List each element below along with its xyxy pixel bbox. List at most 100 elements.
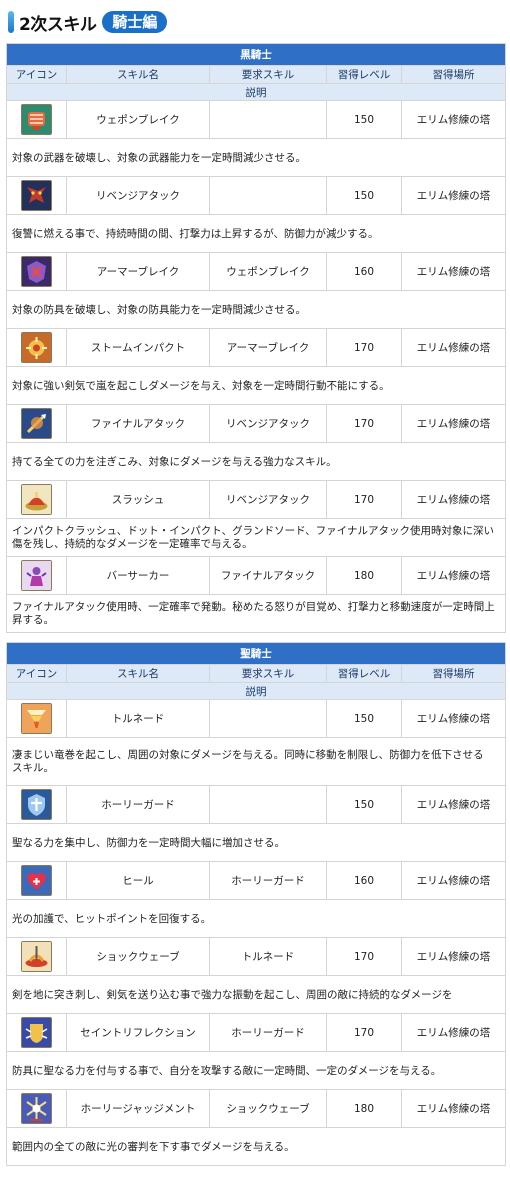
skill-icon-cell [6,699,67,738]
heading-bar-decoration [8,11,14,33]
skill-description-row: 対象の武器を破壊し、対象の武器能力を一定時間減少させる。 [6,138,506,177]
required-skill: リベンジアタック [209,480,327,519]
skill-description-row: 光の加護で、ヒットポイントを回復する。 [6,899,506,938]
required-skill: トルネード [209,937,327,976]
skill-description: 復讐に燃える事で、持続時間の間、打撃力は上昇するが、防御力が減少する。 [6,214,506,253]
learning-place: エリム修練の塔 [401,785,506,824]
learning-place: エリム修練の塔 [401,556,506,595]
skill-description-row: 剣を地に突き刺し、剣気を送り込む事で強力な振動を起こし、周囲の敵に持続的なダメー… [6,975,506,1014]
skill-description: 防具に聖なる力を付与する事で、自分を攻撃する敵に一定時間、一定のダメージを与える… [6,1051,506,1090]
column-header: 要求スキル [209,664,327,683]
skill-name: ヒール [66,861,210,900]
learning-place: エリム修練の塔 [401,1089,506,1128]
skill-description: 凄まじい竜巻を起こし、周囲の対象にダメージを与える。同時に移動を制限し、防御力を… [6,737,506,786]
required-level: 160 [326,861,402,900]
required-level: 170 [326,480,402,519]
skill-icon-cell [6,785,67,824]
page-heading: 2次スキル 騎士編 [8,9,168,35]
section-title-row: 聖騎士 [6,642,506,665]
skill-row: リベンジアタック 150 エリム修練の塔 [6,176,506,215]
skill-icon-cell [6,480,67,519]
skill-icon-cell [6,861,67,900]
skill-name: ホーリージャッジメント [66,1089,210,1128]
holy-judgment-icon [21,1093,52,1124]
skill-description-row: 復讐に燃える事で、持続時間の間、打撃力は上昇するが、防御力が減少する。 [6,214,506,253]
skill-row: ショックウェーブ トルネード 170 エリム修練の塔 [6,937,506,976]
required-level: 170 [326,937,402,976]
storm-impact-icon [21,332,52,363]
skill-row: トルネード 150 エリム修練の塔 [6,699,506,738]
required-skill: リベンジアタック [209,404,327,443]
skill-row: ウェポンブレイク 150 エリム修練の塔 [6,100,506,139]
skill-description-row: ファイナルアタック使用時、一定確率で発動。秘めたる怒りが目覚め、打撃力と移動速度… [6,594,506,633]
column-header: 習得レベル [326,65,402,84]
learning-place: エリム修練の塔 [401,176,506,215]
learning-place: エリム修練の塔 [401,861,506,900]
column-header-row: アイコン スキル名 要求スキル 習得レベル 習得場所 [6,664,506,683]
skill-row: ヒール ホーリーガード 160 エリム修練の塔 [6,861,506,900]
skill-description: 対象に強い剣気で嵐を起こしダメージを与え、対象を一定時間行動不能にする。 [6,366,506,405]
skill-description-row: 防具に聖なる力を付与する事で、自分を攻撃する敵に一定時間、一定のダメージを与える… [6,1051,506,1090]
description-header-row: 説明 [6,83,506,101]
skill-description-row: 聖なる力を集中し、防御力を一定時間大幅に増加させる。 [6,823,506,862]
skill-description-row: 対象に強い剣気で嵐を起こしダメージを与え、対象を一定時間行動不能にする。 [6,366,506,405]
broken-fist-icon [21,104,52,135]
skill-table: 黒騎士 アイコン スキル名 要求スキル 習得レベル 習得場所 説明 ウェポンブレイク 150 エリ… [6,43,506,633]
skill-name: ウェポンブレイク [66,100,210,139]
required-skill: ホーリーガード [209,1013,327,1052]
required-level: 150 [326,785,402,824]
skill-description-row: インパクトクラッシュ、ドット・インパクト、グランドソード、ファイナルアタック使用… [6,518,506,557]
skill-description: ファイナルアタック使用時、一定確率で発動。秘めたる怒りが目覚め、打撃力と移動速度… [6,594,506,633]
required-skill: アーマーブレイク [209,328,327,367]
required-level: 150 [326,699,402,738]
required-skill: ウェポンブレイク [209,252,327,291]
column-header: 習得場所 [401,664,506,683]
skill-row: ホーリーガード 150 エリム修練の塔 [6,785,506,824]
required-level: 170 [326,328,402,367]
skill-row: ファイナルアタック リベンジアタック 170 エリム修練の塔 [6,404,506,443]
skill-description: 対象の防具を破壊し、対象の防具能力を一定時間減少させる。 [6,290,506,329]
skill-description-row: 対象の防具を破壊し、対象の防具能力を一定時間減少させる。 [6,290,506,329]
required-skill: ホーリーガード [209,861,327,900]
skill-description: 聖なる力を集中し、防御力を一定時間大幅に増加させる。 [6,823,506,862]
column-header: アイコン [6,664,67,683]
skill-name: ファイナルアタック [66,404,210,443]
skill-name: ホーリーガード [66,785,210,824]
description-header-row: 説明 [6,682,506,700]
skill-name: トルネード [66,699,210,738]
description-header: 説明 [6,682,506,700]
column-header: スキル名 [66,65,210,84]
slash-dome-icon [21,484,52,515]
skill-icon-cell [6,328,67,367]
skill-description-row: 凄まじい竜巻を起こし、周囲の対象にダメージを与える。同時に移動を制限し、防御力を… [6,737,506,786]
skill-description: 範囲内の全ての敵に光の審判を下す事でダメージを与える。 [6,1127,506,1166]
final-attack-icon [21,408,52,439]
armor-break-icon [21,256,52,287]
skill-name: セイントリフレクション [66,1013,210,1052]
skill-description: 光の加護で、ヒットポイントを回復する。 [6,899,506,938]
skill-icon-cell [6,937,67,976]
learning-place: エリム修練の塔 [401,480,506,519]
skill-row: セイントリフレクション ホーリーガード 170 エリム修練の塔 [6,1013,506,1052]
section-title: 黒騎士 [6,43,506,66]
required-level: 160 [326,252,402,291]
skill-name: アーマーブレイク [66,252,210,291]
page-title: 2次スキル [19,14,97,35]
required-level: 150 [326,176,402,215]
required-skill: ファイナルアタック [209,556,327,595]
learning-place: エリム修練の塔 [401,252,506,291]
skill-name: ストームインパクト [66,328,210,367]
skill-icon-cell [6,1089,67,1128]
section-title: 聖騎士 [6,642,506,665]
column-header: 習得レベル [326,664,402,683]
required-level: 150 [326,100,402,139]
learning-place: エリム修練の塔 [401,100,506,139]
demon-rage-icon [21,180,52,211]
description-header: 説明 [6,83,506,101]
skill-icon-cell [6,404,67,443]
skill-row: ストームインパクト アーマーブレイク 170 エリム修練の塔 [6,328,506,367]
skill-name: ショックウェーブ [66,937,210,976]
skill-row: ホーリージャッジメント ショックウェーブ 180 エリム修練の塔 [6,1089,506,1128]
skill-row: アーマーブレイク ウェポンブレイク 160 エリム修練の塔 [6,252,506,291]
tornado-icon [21,703,52,734]
